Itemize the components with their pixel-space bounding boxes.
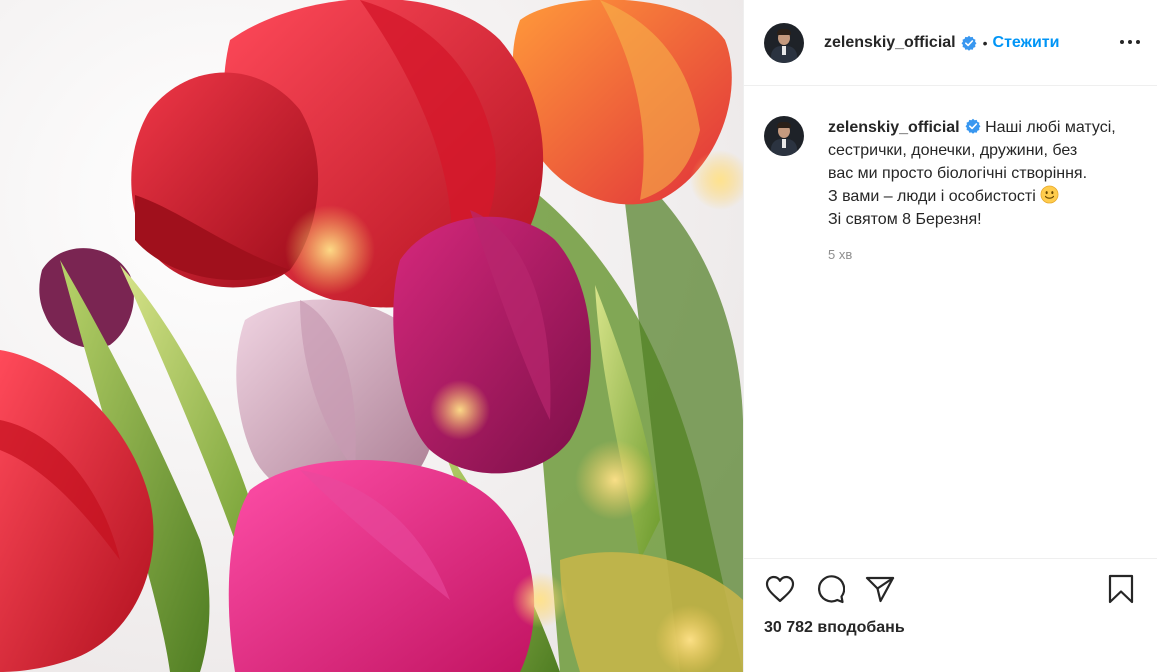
post-header: zelenskiy_official • Стежити: [744, 0, 1157, 86]
caption-line-4: З вами – люди і особистості: [828, 188, 1036, 205]
separator-dot: •: [982, 34, 988, 51]
username-link[interactable]: zelenskiy_official: [824, 34, 956, 52]
slightly-smiling-face-icon: [1040, 185, 1059, 204]
verified-badge-icon: [965, 118, 981, 134]
caption-line-2: сестрички, донечки, дружини, без: [828, 142, 1078, 159]
comment-icon[interactable]: [814, 573, 846, 605]
caption-avatar[interactable]: [764, 116, 804, 156]
post-sidebar: zelenskiy_official • Стежити zelenskiy_o…: [743, 0, 1157, 672]
post-caption: zelenskiy_official Наші любі матусі, сес…: [764, 116, 1143, 266]
avatar[interactable]: [764, 22, 804, 63]
more-options-icon[interactable]: [1117, 30, 1143, 54]
caption-text: zelenskiy_official Наші любі матусі, сес…: [828, 116, 1116, 266]
likes-count[interactable]: 30 782 вподобань: [764, 619, 1137, 637]
follow-button[interactable]: Стежити: [993, 34, 1060, 52]
paper-plane-icon[interactable]: [864, 573, 896, 605]
post-image[interactable]: [0, 0, 743, 672]
action-icons: [764, 559, 1137, 619]
caption-username-link[interactable]: zelenskiy_official: [828, 119, 960, 136]
verified-badge-icon: [961, 35, 977, 51]
heart-icon[interactable]: [764, 573, 796, 605]
caption-line-3: вас ми просто біологічні створіння.: [828, 165, 1088, 182]
bookmark-icon[interactable]: [1105, 573, 1137, 605]
post-actions: 30 782 вподобань: [744, 558, 1157, 672]
caption-line-5: Зі святом 8 Березня!: [828, 211, 982, 228]
post-timestamp[interactable]: 5 хв: [828, 243, 1116, 266]
tulips-photo: [0, 0, 743, 672]
caption-line-1: Наші любі матусі,: [985, 119, 1116, 136]
